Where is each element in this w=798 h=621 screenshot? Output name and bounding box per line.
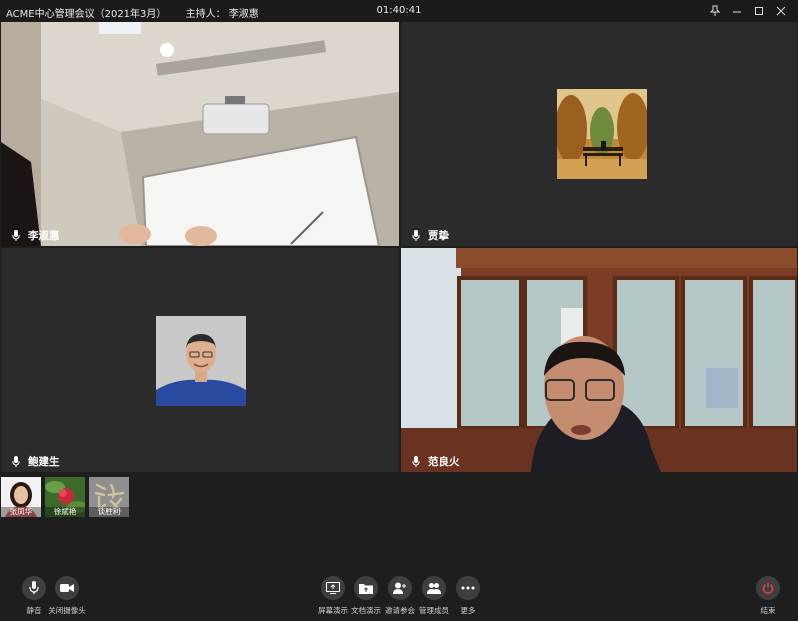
participant-thumbnails: 张凤华 徐斌艳 谈胜利	[1, 477, 129, 517]
close-icon[interactable]	[770, 2, 792, 20]
window-controls	[704, 2, 792, 20]
video-tile-4[interactable]: 范良火	[401, 248, 797, 472]
participant-name-tag: 李淑惠	[9, 228, 60, 243]
participant-name: 李淑惠	[28, 230, 60, 242]
microphone-icon	[409, 455, 423, 469]
camera-off-button[interactable]: 关闭摄像头	[39, 576, 95, 616]
minimize-icon[interactable]	[726, 2, 748, 20]
video-camera-icon	[55, 576, 79, 600]
pin-icon[interactable]	[704, 2, 726, 20]
video-tile-2[interactable]: 贾挚	[401, 22, 797, 246]
participant-name: 鲍建生	[28, 456, 60, 468]
video-tile-1[interactable]: 李淑惠	[1, 22, 399, 246]
avatar-park-image	[557, 89, 647, 179]
participant-name: 范良火	[428, 456, 460, 468]
microphone-icon	[9, 229, 23, 243]
avatar-photo-image	[156, 316, 246, 406]
participant-name: 贾挚	[428, 230, 449, 242]
power-icon	[756, 576, 780, 600]
participant-name-tag: 范良火	[409, 454, 460, 469]
more-button[interactable]: 更多	[440, 576, 496, 616]
thumbnail-participant[interactable]: 谈胜利	[89, 477, 129, 517]
maximize-icon[interactable]	[748, 2, 770, 20]
meeting-timer: 01:40:41	[376, 5, 422, 16]
thumbnail-name: 谈胜利	[89, 507, 129, 517]
video-feed-office	[401, 248, 797, 472]
more-label: 更多	[460, 606, 476, 615]
video-feed-room	[1, 22, 399, 246]
participant-name-tag: 贾挚	[409, 228, 449, 243]
participant-name-tag: 鲍建生	[9, 454, 60, 469]
end-meeting-button[interactable]: 结束	[740, 576, 796, 616]
title-bar: ACME中心管理会议（2021年3月） 主持人： 李淑惠 01:40:41	[0, 0, 798, 22]
video-tile-3[interactable]: 鲍建生	[1, 248, 399, 472]
thumbnail-participant[interactable]: 张凤华	[1, 477, 41, 517]
more-dots-icon	[456, 576, 480, 600]
end-meeting-label: 结束	[760, 606, 776, 615]
camera-off-label: 关闭摄像头	[48, 606, 86, 615]
thumbnail-name: 张凤华	[1, 507, 41, 517]
thumbnail-name: 徐斌艳	[45, 507, 85, 517]
microphone-icon	[9, 455, 23, 469]
microphone-icon	[409, 229, 423, 243]
thumbnail-participant[interactable]: 徐斌艳	[45, 477, 85, 517]
